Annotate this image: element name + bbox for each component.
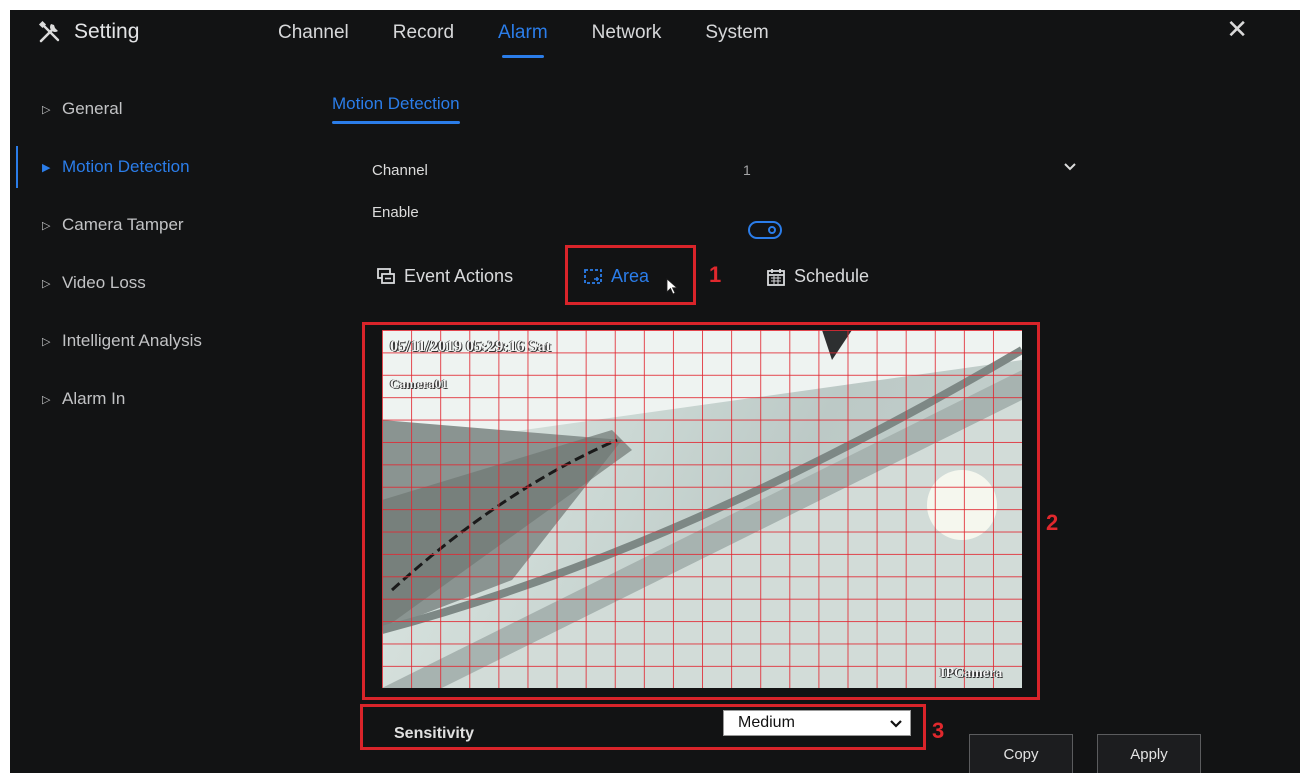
subtab-motion-detection[interactable]: Motion Detection: [332, 94, 460, 124]
sidebar-item-label: Alarm In: [62, 389, 126, 408]
channel-label: Channel: [372, 162, 428, 179]
tab-channel[interactable]: Channel: [278, 22, 349, 58]
top-tabs: Channel Record Alarm Network System: [278, 22, 813, 58]
sidebar-item-label: Camera Tamper: [62, 215, 184, 234]
annotation-box-1: [565, 245, 696, 305]
triangle-outline-icon: ▷: [42, 335, 51, 348]
tab-record[interactable]: Record: [393, 22, 454, 58]
annotation-box-3: [360, 704, 926, 750]
sidebar-item-intelligent-analysis[interactable]: ▷ Intelligent Analysis: [10, 312, 250, 370]
sidebar-item-alarm-in[interactable]: ▷ Alarm In: [10, 370, 250, 428]
tab-alarm[interactable]: Alarm: [498, 22, 548, 58]
sidebar: ▷ General ▶ Motion Detection ▷ Camera Ta…: [10, 80, 250, 428]
header: Setting Channel Record Alarm Network Sys…: [10, 10, 1300, 66]
enable-label: Enable: [372, 204, 419, 221]
tab-label: Schedule: [794, 266, 870, 286]
annotation-number-3: 3: [932, 718, 945, 743]
sidebar-item-label: Motion Detection: [62, 157, 190, 176]
annotation-number-1: 1: [709, 262, 722, 287]
sidebar-item-general[interactable]: ▷ General: [10, 80, 250, 138]
triangle-outline-icon: ▷: [42, 393, 51, 406]
triangle-filled-icon: ▶: [42, 161, 51, 174]
settings-screen: Setting Channel Record Alarm Network Sys…: [10, 10, 1300, 773]
tab-event-actions[interactable]: Event Actions: [376, 266, 513, 287]
triangle-outline-icon: ▷: [42, 277, 51, 290]
close-icon[interactable]: ✕: [1226, 14, 1248, 45]
chevron-down-icon[interactable]: [1063, 160, 1077, 174]
sidebar-item-label: Intelligent Analysis: [62, 331, 202, 350]
tools-icon: [38, 20, 60, 43]
channel-select-value[interactable]: 1: [743, 162, 751, 178]
tab-schedule[interactable]: Schedule: [766, 266, 869, 287]
page-title: Setting: [38, 20, 139, 44]
calendar-icon: [767, 268, 785, 286]
enable-toggle[interactable]: [748, 221, 782, 239]
apply-button[interactable]: Apply: [1097, 734, 1201, 773]
tab-network[interactable]: Network: [592, 22, 662, 58]
page-title-label: Setting: [74, 20, 140, 43]
triangle-outline-icon: ▷: [42, 219, 51, 232]
sidebar-item-camera-tamper[interactable]: ▷ Camera Tamper: [10, 196, 250, 254]
annotation-box-2: [362, 322, 1040, 700]
annotation-number-2: 2: [1046, 510, 1059, 535]
tab-label: Event Actions: [404, 266, 514, 286]
sidebar-item-motion-detection[interactable]: ▶ Motion Detection: [10, 138, 250, 196]
sidebar-item-video-loss[interactable]: ▷ Video Loss: [10, 254, 250, 312]
event-actions-icon: [377, 267, 395, 284]
sidebar-item-label: Video Loss: [62, 273, 146, 292]
toggle-knob: [768, 226, 776, 234]
triangle-outline-icon: ▷: [42, 103, 51, 116]
copy-button[interactable]: Copy: [969, 734, 1073, 773]
tab-system[interactable]: System: [705, 22, 768, 58]
sidebar-item-label: General: [62, 99, 123, 118]
